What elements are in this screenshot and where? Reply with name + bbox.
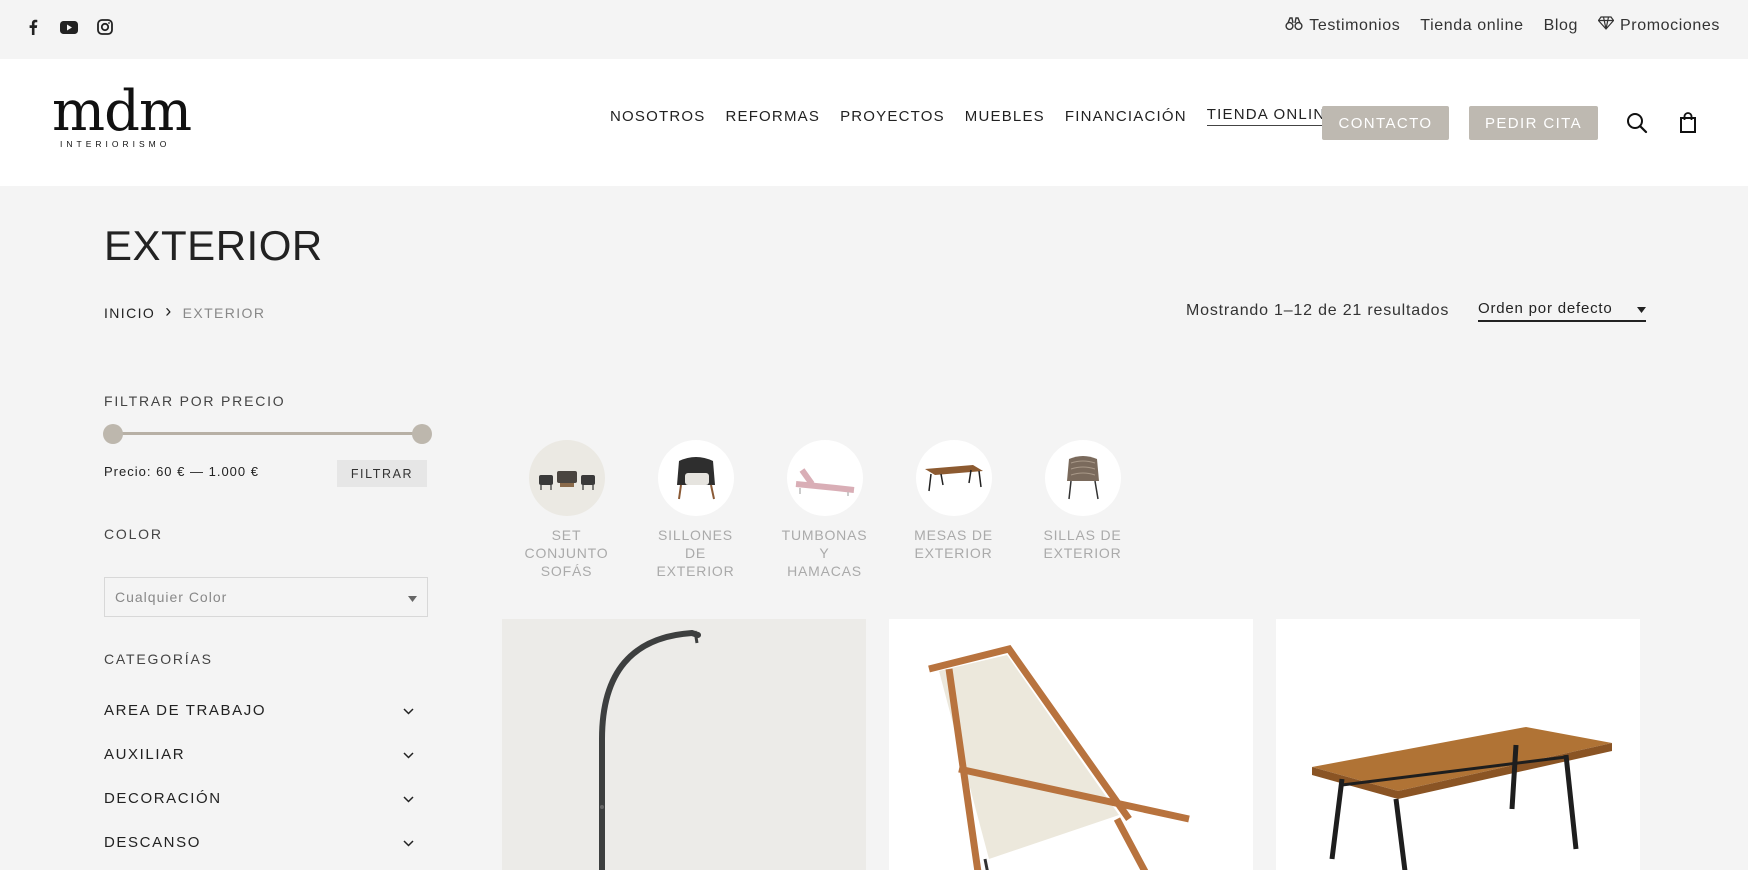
caret-down-icon (408, 589, 417, 605)
diamond-icon (1597, 16, 1615, 35)
orderby-select[interactable]: Orden por defecto (1478, 300, 1646, 322)
deck-chair-icon (889, 645, 1253, 870)
main-nav: NOSOTROS REFORMAS PROYECTOS MUEBLES FINA… (610, 106, 1337, 126)
color-select-value: Cualquier Color (115, 589, 228, 605)
product-card[interactable] (1276, 619, 1640, 870)
price-range-label: Precio: 60 € — 1.000 € (104, 464, 259, 479)
hanging-chair-icon (502, 629, 866, 870)
nav-proyectos[interactable]: PROYECTOS (840, 108, 945, 125)
logo[interactable]: mdm INTERIORISMO (52, 79, 192, 150)
product-card[interactable] (889, 619, 1253, 870)
price-slider-min-handle[interactable] (103, 424, 123, 444)
subcategory-chairs[interactable]: SILLAS DE EXTERIOR (1018, 440, 1147, 580)
appointment-button[interactable]: PEDIR CITA (1469, 106, 1598, 140)
nav-financiacion[interactable]: FINANCIACIÓN (1065, 108, 1187, 125)
subcategory-armchairs[interactable]: SILLONES DE EXTERIOR (631, 440, 760, 580)
cart-icon[interactable] (1676, 111, 1700, 135)
promociones-link[interactable]: Promociones (1597, 16, 1720, 35)
contact-button[interactable]: CONTACTO (1322, 106, 1449, 140)
category-label: DESCANSO (104, 834, 201, 851)
social-links (24, 18, 114, 36)
lounger-icon (786, 440, 863, 516)
category-item[interactable]: DECORACIÓN (104, 790, 414, 807)
top-bar: Testimonios Tienda online Blog Promocion… (0, 0, 1748, 59)
caret-down-icon (1637, 300, 1646, 317)
subcategory-sofa-set[interactable]: SET CONJUNTO SOFÁS (502, 440, 631, 580)
category-label: AREA DE TRABAJO (104, 702, 267, 719)
chevron-down-icon[interactable] (403, 790, 414, 807)
tienda-online-link[interactable]: Tienda online (1420, 17, 1523, 35)
sofa-set-icon (528, 440, 605, 516)
breadcrumb: INICIO › EXTERIOR (104, 301, 266, 322)
blog-link[interactable]: Blog (1544, 17, 1578, 35)
categories-heading: CATEGORÍAS (104, 651, 213, 667)
filter-button[interactable]: FILTRAR (337, 460, 427, 487)
subcategory-list: SET CONJUNTO SOFÁS SILLONES DE EXTERIOR … (502, 440, 1147, 580)
price-slider-max-handle[interactable] (412, 424, 432, 444)
chevron-down-icon[interactable] (403, 746, 414, 763)
testimonios-link[interactable]: Testimonios (1285, 17, 1400, 35)
top-links: Testimonios Tienda online Blog Promocion… (1285, 16, 1720, 35)
breadcrumb-current: EXTERIOR (182, 304, 266, 321)
table-icon (915, 440, 992, 516)
price-slider-track[interactable] (112, 432, 422, 435)
chair-icon (1044, 440, 1121, 516)
color-filter-heading: COLOR (104, 526, 163, 542)
product-card[interactable] (502, 619, 866, 870)
orderby-value: Orden por defecto (1478, 300, 1613, 317)
nav-nosotros[interactable]: NOSOTROS (610, 108, 705, 125)
nav-reformas[interactable]: REFORMAS (725, 108, 820, 125)
breadcrumb-separator: › (165, 301, 173, 321)
category-item[interactable]: AREA DE TRABAJO (104, 702, 414, 719)
binoculars-icon (1285, 16, 1303, 35)
main-header: mdm INTERIORISMO NOSOTROS REFORMAS PROYE… (0, 59, 1748, 186)
subcategory-loungers[interactable]: TUMBONAS Y HAMACAS (760, 440, 889, 580)
nav-tienda-online[interactable]: TIENDA ONLINE (1206, 106, 1337, 126)
subcategory-tables[interactable]: MESAS DE EXTERIOR (889, 440, 1018, 580)
logo-wordmark: mdm (52, 79, 192, 144)
nav-muebles[interactable]: MUEBLES (965, 108, 1045, 125)
category-item[interactable]: DESCANSO (104, 834, 414, 851)
price-filter-heading: FILTRAR POR PRECIO (104, 393, 286, 409)
garden-table-icon (1276, 727, 1640, 870)
category-label: DECORACIÓN (104, 790, 222, 807)
youtube-icon[interactable] (60, 18, 78, 36)
instagram-icon[interactable] (96, 18, 114, 36)
facebook-icon[interactable] (24, 18, 42, 36)
chevron-down-icon[interactable] (403, 834, 414, 851)
chevron-down-icon[interactable] (403, 702, 414, 719)
category-item[interactable]: AUXILIAR (104, 746, 414, 763)
color-select[interactable]: Cualquier Color (104, 577, 428, 617)
search-icon[interactable] (1625, 111, 1649, 135)
category-label: AUXILIAR (104, 746, 186, 763)
results-count: Mostrando 1–12 de 21 resultados (1186, 302, 1450, 319)
armchair-icon (657, 440, 734, 516)
breadcrumb-home[interactable]: INICIO (104, 305, 155, 321)
page-title: EXTERIOR (104, 222, 323, 269)
